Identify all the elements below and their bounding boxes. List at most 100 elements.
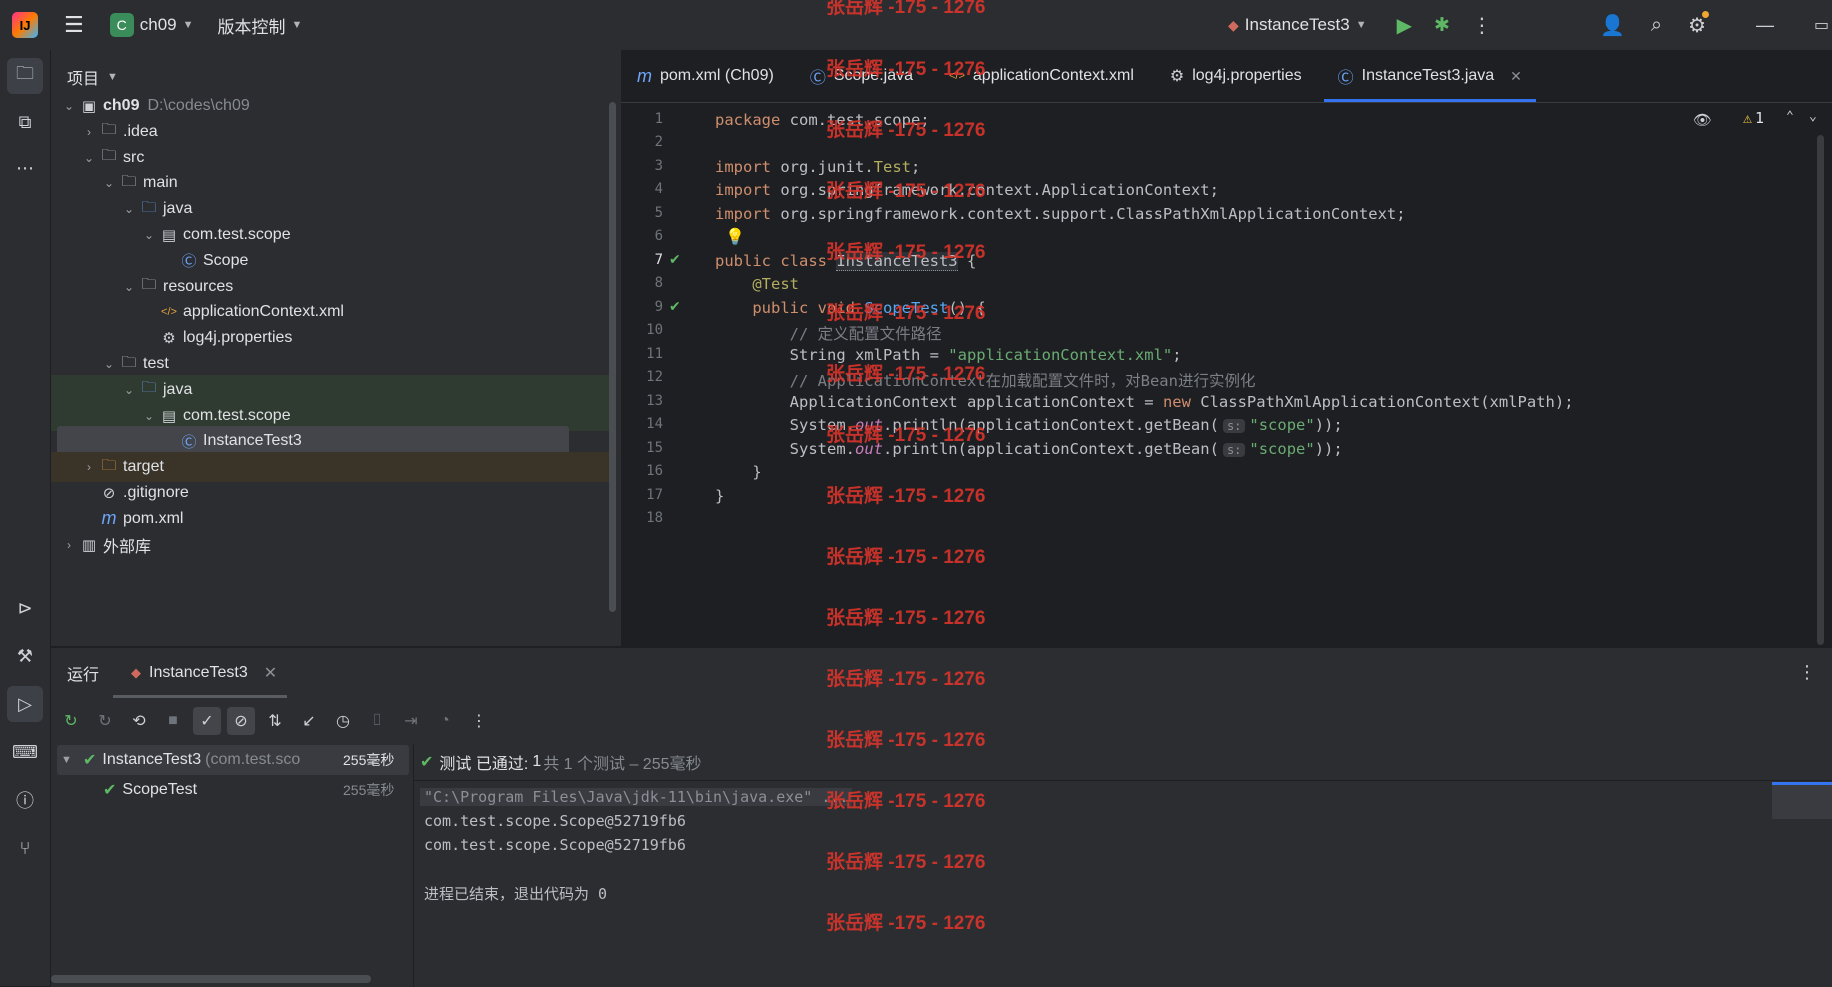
- chevron-down-icon[interactable]: ⌄: [141, 409, 157, 423]
- test-tree-scrollbar[interactable]: [51, 975, 371, 983]
- search-icon[interactable]: ⌕: [1651, 14, 1662, 37]
- line-number[interactable]: 4: [621, 181, 663, 197]
- main-menu-button[interactable]: ☰: [64, 12, 84, 38]
- services-tool-icon[interactable]: ⊳: [7, 590, 43, 626]
- class-icon: Ⓒ: [1337, 70, 1354, 87]
- chevron-down-icon[interactable]: ⌄: [81, 151, 97, 165]
- line-number[interactable]: 3: [621, 158, 663, 174]
- run-config-selector[interactable]: ◆ InstanceTest3 ▼: [1228, 15, 1367, 35]
- chevron-right-icon[interactable]: ›: [81, 125, 97, 139]
- toggle-auto-test-icon[interactable]: ⟲: [125, 707, 153, 735]
- chevron-down-icon[interactable]: ⌄: [61, 99, 77, 113]
- close-icon[interactable]: ✕: [264, 663, 277, 683]
- snapshot-icon[interactable]: ⌷: [363, 707, 391, 735]
- settings-icon[interactable]: ⚙: [1688, 10, 1710, 38]
- editor-scrollbar[interactable]: [1817, 135, 1824, 645]
- chevron-down-icon: ▼: [1355, 19, 1367, 31]
- test-case-row[interactable]: ✔ ScopeTest 255毫秒: [103, 775, 403, 805]
- module-folder-icon: ▣: [81, 98, 97, 115]
- line-number[interactable]: 11: [621, 346, 663, 362]
- run-test-gutter-icon[interactable]: ✔: [669, 251, 681, 268]
- minimize-button[interactable]: —: [1756, 15, 1774, 36]
- rerun-failed-icon[interactable]: ↻: [91, 707, 119, 735]
- structure-tool-icon[interactable]: ⧉: [7, 104, 43, 140]
- line-number[interactable]: 13: [621, 393, 663, 409]
- line-number[interactable]: 10: [621, 322, 663, 338]
- previous-highlight-icon[interactable]: ⌃: [1786, 109, 1794, 124]
- build-tool-icon[interactable]: ⚒: [7, 638, 43, 674]
- line-number[interactable]: 9: [621, 299, 663, 315]
- chevron-down-icon[interactable]: ⌄: [121, 202, 137, 216]
- run-tab-label: InstanceTest3: [149, 664, 248, 681]
- show-passed-icon[interactable]: ✓: [193, 707, 221, 735]
- run-icon[interactable]: ▶: [1397, 13, 1412, 38]
- chevron-right-icon[interactable]: ›: [61, 538, 77, 552]
- more-icon[interactable]: ⋮: [465, 707, 493, 735]
- lightbulb-icon[interactable]: 💡: [725, 227, 745, 246]
- editor-tab[interactable]: ⚙ log4j.properties: [1152, 50, 1320, 102]
- warning-indicator[interactable]: ⚠ 1: [1743, 109, 1764, 127]
- vcs-menu[interactable]: 版本控制 ▼: [218, 13, 303, 38]
- run-tab[interactable]: ◆ InstanceTest3 ✕: [113, 648, 288, 698]
- git-tool-icon[interactable]: ⑂: [7, 830, 43, 866]
- param-hint: s:: [1222, 419, 1246, 433]
- line-number[interactable]: 17: [621, 487, 663, 503]
- stop-icon[interactable]: ■: [159, 707, 187, 735]
- project-switcher[interactable]: C ch09 ▼: [109, 13, 194, 37]
- line-number[interactable]: 5: [621, 205, 663, 221]
- chevron-down-icon[interactable]: ⌄: [121, 383, 137, 397]
- sort-icon[interactable]: ⇅: [261, 707, 289, 735]
- editor-tab[interactable]: m pom.xml (Ch09): [621, 50, 792, 102]
- line-number[interactable]: 12: [621, 369, 663, 385]
- line-number[interactable]: 7: [621, 252, 663, 268]
- show-ignored-icon[interactable]: ⊘: [227, 707, 255, 735]
- tree-item[interactable]: › ▥ 外部库: [51, 530, 616, 560]
- line-number[interactable]: 2: [621, 134, 663, 150]
- line-number[interactable]: 1: [621, 111, 663, 127]
- test-suite-name: InstanceTest3: [102, 751, 202, 768]
- code-editor[interactable]: package com.test.scope; import org.junit…: [711, 103, 1824, 646]
- line-number[interactable]: 6: [621, 228, 663, 244]
- reader-mode-icon[interactable]: 👁: [1693, 111, 1712, 129]
- coverage-icon[interactable]: ◔: [431, 707, 459, 735]
- properties-icon: ⚙: [162, 330, 176, 348]
- run-panel-options-icon[interactable]: ⋮: [1798, 662, 1816, 683]
- tree-scrollbar[interactable]: [609, 102, 616, 612]
- line-number[interactable]: 16: [621, 463, 663, 479]
- debug-icon[interactable]: ✱: [1434, 14, 1450, 37]
- editor-tab[interactable]: Ⓒ InstanceTest3.java ✕: [1320, 50, 1540, 102]
- editor-tab[interactable]: </> applicationContext.xml: [931, 50, 1152, 102]
- maximize-button[interactable]: ▭: [1814, 15, 1829, 35]
- rerun-icon[interactable]: ↻: [57, 707, 85, 735]
- chevron-down-icon[interactable]: ⌄: [121, 280, 137, 294]
- chevron-down-icon[interactable]: ⌄: [101, 176, 117, 190]
- next-highlight-icon[interactable]: ⌄: [1809, 109, 1817, 124]
- code-line-7: public class InstanceTest3 {: [715, 252, 977, 271]
- problems-tool-icon[interactable]: ⓘ: [7, 782, 43, 818]
- line-number[interactable]: 15: [621, 440, 663, 456]
- line-number[interactable]: 18: [621, 510, 663, 526]
- import-tests-icon[interactable]: ⇥: [397, 707, 425, 735]
- chevron-right-icon[interactable]: ›: [81, 460, 97, 474]
- project-tool-icon[interactable]: 🗀: [7, 58, 43, 94]
- chevron-down-icon: ▼: [182, 19, 194, 31]
- run-tool-icon[interactable]: ▷: [7, 686, 43, 722]
- chevron-down-icon[interactable]: ⌄: [141, 228, 157, 242]
- line-number[interactable]: 8: [621, 275, 663, 291]
- console-minimap: [1772, 782, 1832, 819]
- collapse-icon[interactable]: ↙: [295, 707, 323, 735]
- more-actions-icon[interactable]: ⋮: [1472, 13, 1492, 38]
- more-tools-icon[interactable]: ⋯: [7, 150, 43, 186]
- run-toolbar: ↻ ↻ ⟲ ■ ✓ ⊘ ⇅ ↙ ◷ ⌷ ⇥ ◔ ⋮: [51, 698, 1832, 744]
- test-suite-row[interactable]: ▼ ✔ InstanceTest3 (com.test.sco 255毫秒: [61, 745, 394, 775]
- passed-check-icon: ✔: [103, 782, 117, 799]
- chevron-down-icon[interactable]: ⌄: [101, 357, 117, 371]
- app-logo-icon[interactable]: IJ: [12, 12, 38, 38]
- close-icon[interactable]: ✕: [1510, 68, 1522, 85]
- editor-tab[interactable]: Ⓒ Scope.java: [792, 50, 931, 102]
- line-number[interactable]: 14: [621, 416, 663, 432]
- run-test-gutter-icon[interactable]: ✔: [669, 298, 681, 315]
- history-icon[interactable]: ◷: [329, 707, 357, 735]
- terminal-tool-icon[interactable]: ⌨: [7, 734, 43, 770]
- code-with-me-icon[interactable]: 👤: [1600, 13, 1625, 38]
